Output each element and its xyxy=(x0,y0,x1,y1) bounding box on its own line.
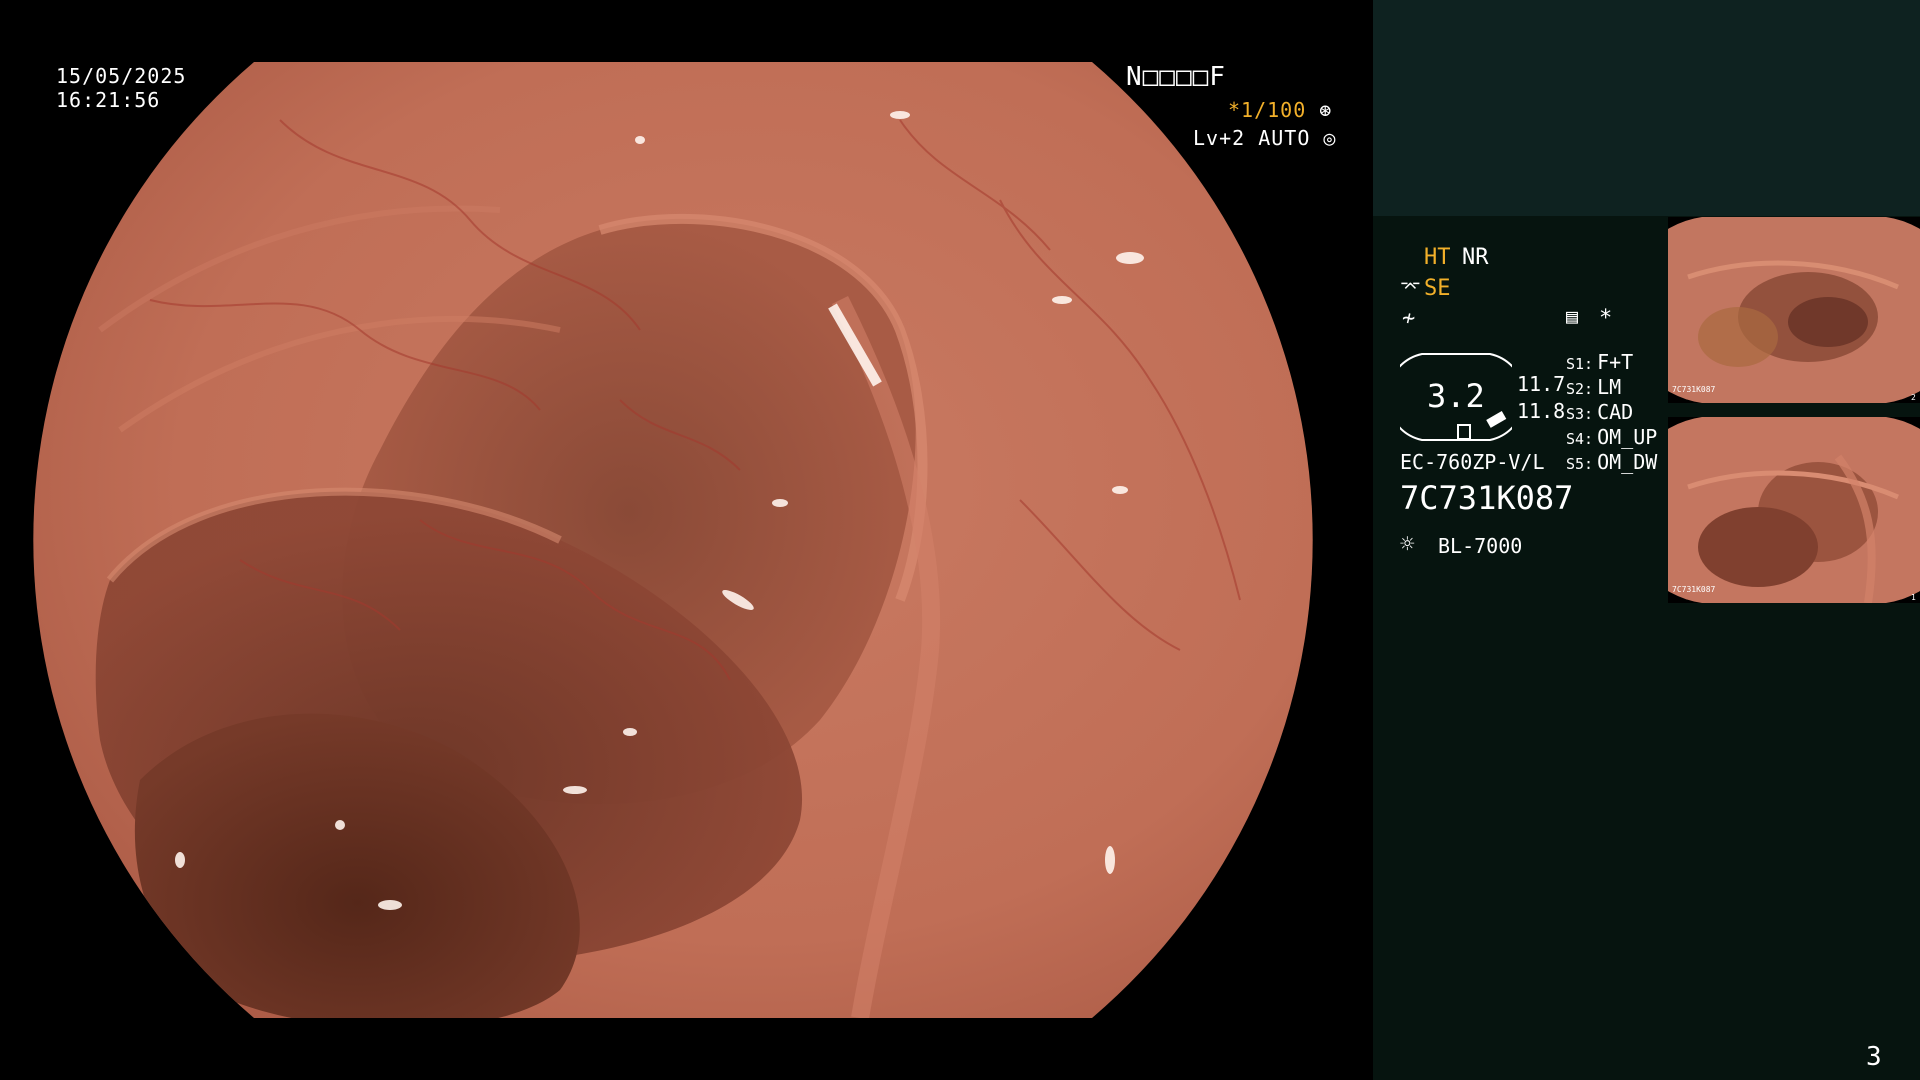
nr-label: NR xyxy=(1462,245,1489,270)
gauge-value: 3.2 xyxy=(1427,377,1485,415)
exam-time: 16:21:56 xyxy=(56,88,161,112)
freeze-slash-icon: ≁ xyxy=(1402,306,1416,331)
thumbnail-2-serial: 7C731K087 xyxy=(1672,585,1716,594)
info-panel: HT NR ⌤ SE ≁ ▤ * 3.2 11.7 11.8 S1: F+T S2… xyxy=(1373,0,1920,1080)
endoscope-view: 15/05/2025 16:21:56 N□□□□F *1/100 ⊛ Lv+2… xyxy=(0,0,1372,1080)
setting-s2: S2: LM xyxy=(1566,375,1622,399)
thumbnail-2-image xyxy=(1668,417,1920,603)
setting-s5: S5: OM_DW xyxy=(1566,450,1658,474)
scope-serial: 7C731K087 xyxy=(1400,479,1574,517)
se-label: SE xyxy=(1424,276,1451,301)
endoscopic-image xyxy=(0,0,1372,1080)
page-number: 3 xyxy=(1866,1042,1882,1072)
thumbnail-2[interactable]: 7C731K087 1 xyxy=(1668,417,1920,603)
thumbnail-1[interactable]: 7C731K087 2 xyxy=(1668,217,1920,403)
setting-s4: S4: OM_UP xyxy=(1566,425,1658,449)
setting-s1: S1: F+T xyxy=(1566,350,1634,374)
scope-model: EC-760ZP-V/L xyxy=(1400,450,1545,474)
light-source: BL-7000 xyxy=(1438,534,1523,558)
shutter-readout: *1/100 ⊛ xyxy=(1228,100,1332,120)
thumbnail-2-index: 1 xyxy=(1911,593,1916,602)
mode-code: N□□□□F xyxy=(1126,62,1226,92)
panel-header-area xyxy=(1373,0,1920,216)
thumbnail-1-image xyxy=(1668,217,1920,403)
lamp-icon: ☼ xyxy=(1400,530,1415,558)
iris-icon: ◎ xyxy=(1323,126,1337,150)
gauge-reading-2: 11.8 xyxy=(1517,399,1566,423)
scope-tip-icon: ⌤ xyxy=(1400,277,1421,298)
gauge-reading-1: 11.7 xyxy=(1517,372,1566,396)
level-value: Lv+2 AUTO xyxy=(1193,126,1311,150)
aperture-icon: ⊛ xyxy=(1319,98,1333,122)
memo-icon: ▤ xyxy=(1566,304,1579,328)
thumbnail-1-serial: 7C731K087 xyxy=(1672,385,1716,394)
shutter-value: *1/100 xyxy=(1228,98,1307,122)
thumbnail-1-index: 2 xyxy=(1911,393,1916,402)
exam-date: 15/05/2025 xyxy=(56,64,187,88)
setting-s3: S3: CAD xyxy=(1566,400,1634,424)
level-readout: Lv+2 AUTO ◎ xyxy=(1193,128,1336,148)
ht-label: HT xyxy=(1424,245,1451,270)
asterisk-marker: * xyxy=(1599,306,1613,331)
